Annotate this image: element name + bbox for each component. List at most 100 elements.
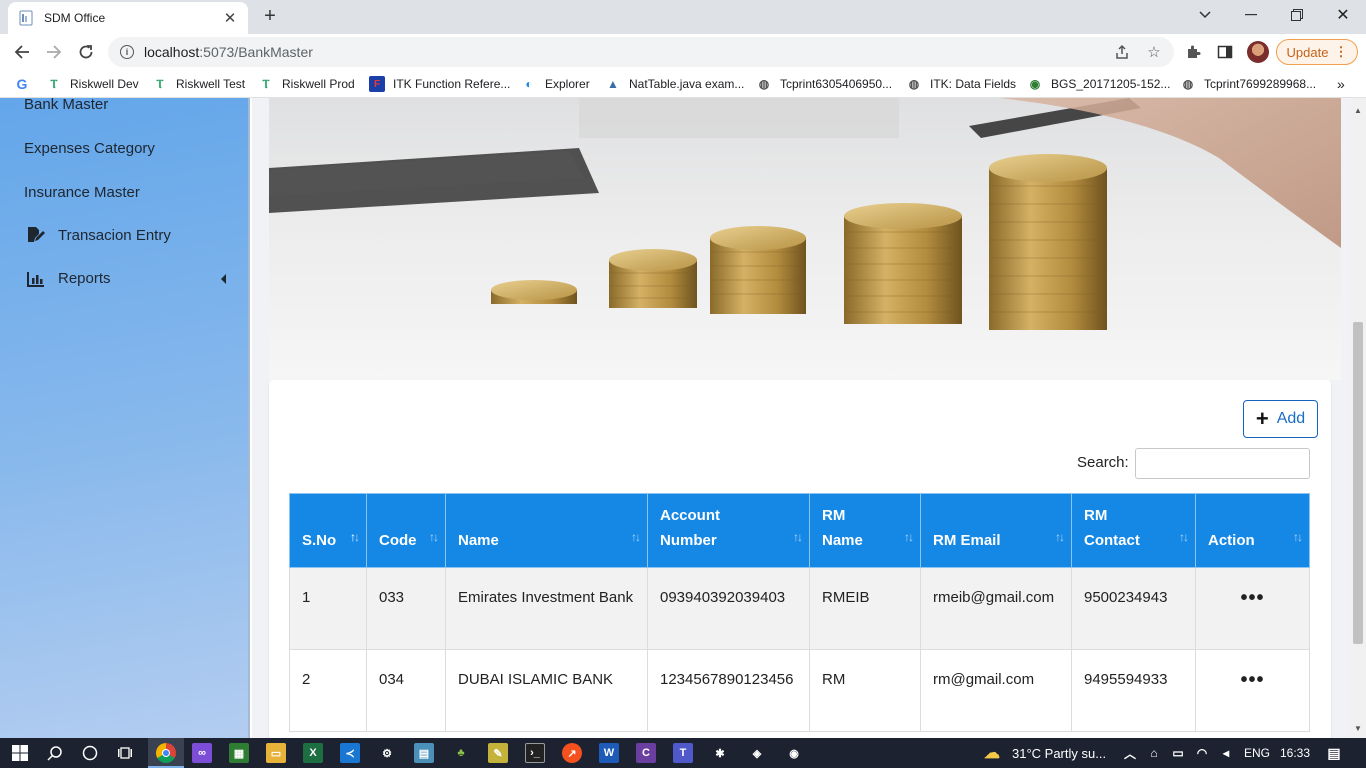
minimize-window-button[interactable] <box>1228 0 1274 30</box>
cell-account-number: 093940392039403 <box>647 567 810 650</box>
app-icon[interactable]: ◉ <box>784 743 804 763</box>
settings-gear-icon[interactable]: ⚙ <box>377 743 397 763</box>
restore-window-button[interactable] <box>1274 0 1320 30</box>
column-header-sno[interactable]: S.No ↑↓ <box>289 493 367 568</box>
url-path: :5073/BankMaster <box>199 44 313 60</box>
bookmark-item[interactable]: ◐ Explorer <box>521 76 589 92</box>
task-view-icon[interactable] <box>115 743 135 763</box>
sidebar-item-expenses-category[interactable]: Expenses Category <box>24 140 155 157</box>
profile-avatar[interactable] <box>1247 41 1269 63</box>
command-prompt-icon[interactable]: ›_ <box>525 743 545 763</box>
vscode-icon[interactable]: ≺ <box>340 743 360 763</box>
visual-studio-icon[interactable]: ∞ <box>192 743 212 763</box>
excel-icon[interactable]: X <box>303 743 323 763</box>
bookmark-star-icon[interactable]: ☆ <box>1144 42 1164 62</box>
column-header-rm-contact[interactable]: RM Contact ↑↓ <box>1071 493 1196 568</box>
table-row[interactable]: 2 034 DUBAI ISLAMIC BANK 123456789012345… <box>289 649 1310 732</box>
column-header-rm-name[interactable]: RM Name ↑↓ <box>809 493 921 568</box>
app-icon[interactable]: ◈ <box>747 743 767 763</box>
teams-icon[interactable]: T <box>673 743 693 763</box>
extensions-icon[interactable] <box>1183 42 1203 62</box>
sort-icon: ↑↓ <box>1179 530 1189 544</box>
scrollbar-thumb[interactable] <box>1353 322 1363 644</box>
column-header-label: S.No <box>302 532 337 549</box>
bookmark-label: Riskwell Dev <box>70 77 139 91</box>
sidebar-item-reports[interactable]: Reports <box>24 270 228 287</box>
bookmark-item[interactable]: Ⲧ Riskwell Dev <box>46 76 139 92</box>
bookmark-item[interactable]: Ⲧ Riskwell Prod <box>258 76 354 92</box>
forward-button[interactable] <box>42 40 66 64</box>
bookmark-item[interactable]: Ⲧ Riskwell Test <box>152 76 245 92</box>
close-window-button[interactable]: ✕ <box>1320 0 1366 30</box>
tab-search-chevron-icon[interactable] <box>1182 0 1228 30</box>
browser-tab[interactable]: SDM Office ✕ <box>8 2 248 34</box>
sidebar-item-insurance-master[interactable]: Insurance Master <box>24 184 140 201</box>
clock[interactable]: 16:33 <box>1280 746 1310 760</box>
close-tab-icon[interactable]: ✕ <box>222 9 238 27</box>
sidebar-item-bank-master[interactable]: Bank Master <box>24 96 108 113</box>
url-host: localhost <box>144 44 200 60</box>
column-header-action[interactable]: Action ↑↓ <box>1195 493 1310 568</box>
column-header-account-number[interactable]: Account Number ↑↓ <box>647 493 810 568</box>
row-actions-menu-icon[interactable]: ••• <box>1195 567 1310 650</box>
row-actions-menu-icon[interactable]: ••• <box>1195 649 1310 732</box>
bookmark-item[interactable]: ◉ BGS_20171205-152... <box>1027 76 1171 92</box>
cell-rm-name: RM <box>809 649 921 732</box>
file-explorer-icon[interactable]: ▭ <box>266 743 286 763</box>
update-browser-button[interactable]: Update ⋮ <box>1276 39 1358 65</box>
site-info-icon[interactable]: i <box>120 45 134 59</box>
page-scrollbar[interactable]: ▲ ▼ <box>1350 98 1366 738</box>
app-icon[interactable]: ♣ <box>451 743 471 763</box>
app-icon[interactable]: C <box>636 743 656 763</box>
add-button[interactable]: + Add <box>1243 400 1318 438</box>
back-button[interactable] <box>10 40 34 64</box>
side-panel-icon[interactable] <box>1215 42 1235 62</box>
language-indicator[interactable]: ENG <box>1244 746 1270 760</box>
weather-text[interactable]: 31°C Partly su... <box>1012 746 1106 761</box>
windows-start-icon[interactable] <box>10 743 30 763</box>
address-bar[interactable]: i localhost:5073/BankMaster <box>108 37 1174 67</box>
app-icon[interactable]: ▦ <box>229 743 249 763</box>
chevron-left-icon[interactable] <box>220 272 228 289</box>
app-icon[interactable]: ▤ <box>414 743 434 763</box>
google-icon[interactable]: G <box>14 76 38 92</box>
cell-rm-contact: 9495594933 <box>1071 649 1196 732</box>
more-bookmarks-icon[interactable]: » <box>1337 76 1345 92</box>
reload-button[interactable] <box>74 40 98 64</box>
bookmark-label: Tcprint7699289968... <box>1204 77 1317 91</box>
wifi-icon[interactable]: ◠ <box>1192 743 1212 763</box>
show-hidden-icons-chevron[interactable]: ︿ <box>1120 743 1140 763</box>
column-header-code[interactable]: Code ↑↓ <box>366 493 446 568</box>
word-icon[interactable]: W <box>599 743 619 763</box>
postman-icon[interactable]: ↗ <box>562 743 582 763</box>
notifications-icon[interactable]: ▤ <box>1324 743 1344 763</box>
bookmark-label: Tcprint6305406950... <box>780 77 893 91</box>
windows-taskbar: ∞ ▦ ▭ X ≺ ⚙ ▤ ♣ ✎ ›_ ↗ W C T ✱ ◈ ◉ ☁ 31°… <box>0 738 1366 768</box>
scroll-down-arrow-icon[interactable]: ▼ <box>1354 724 1362 733</box>
volume-icon[interactable]: ◂ <box>1216 743 1236 763</box>
bookmark-item[interactable]: ◍ Tcprint6305406950... <box>756 76 892 92</box>
new-tab-button[interactable]: + <box>258 5 282 29</box>
scroll-up-arrow-icon[interactable]: ▲ <box>1354 106 1362 115</box>
search-input[interactable] <box>1135 448 1310 479</box>
bookmark-item[interactable]: ◍ Tcprint7699289968... <box>1180 76 1316 92</box>
sidebar-item-label: Insurance Master <box>24 184 140 201</box>
meet-now-icon[interactable]: ⌂ <box>1144 743 1164 763</box>
battery-icon[interactable]: ▭ <box>1168 743 1188 763</box>
column-header-name[interactable]: Name ↑↓ <box>445 493 648 568</box>
column-header-rm-email[interactable]: RM Email ↑↓ <box>920 493 1072 568</box>
bookmark-item[interactable]: ◍ ITK: Data Fields <box>906 76 1016 92</box>
cortana-icon[interactable] <box>80 743 100 763</box>
slack-icon[interactable]: ✱ <box>710 743 730 763</box>
bookmark-item[interactable]: F ITK Function Refere... <box>369 76 510 92</box>
search-icon[interactable] <box>45 743 65 763</box>
sort-icon: ↑↓ <box>631 530 641 544</box>
bookmark-item[interactable]: ▲ NatTable.java exam... <box>605 76 744 92</box>
share-icon[interactable] <box>1112 42 1132 62</box>
column-header-label: RM Email <box>933 532 1001 549</box>
bgs-icon: ◉ <box>1029 77 1041 91</box>
table-row[interactable]: 1 033 Emirates Investment Bank 093940392… <box>289 567 1310 650</box>
sidebar-item-transacion-entry[interactable]: Transacion Entry <box>24 226 171 244</box>
notepad-icon[interactable]: ✎ <box>488 743 508 763</box>
column-header-label: Name <box>458 532 499 549</box>
